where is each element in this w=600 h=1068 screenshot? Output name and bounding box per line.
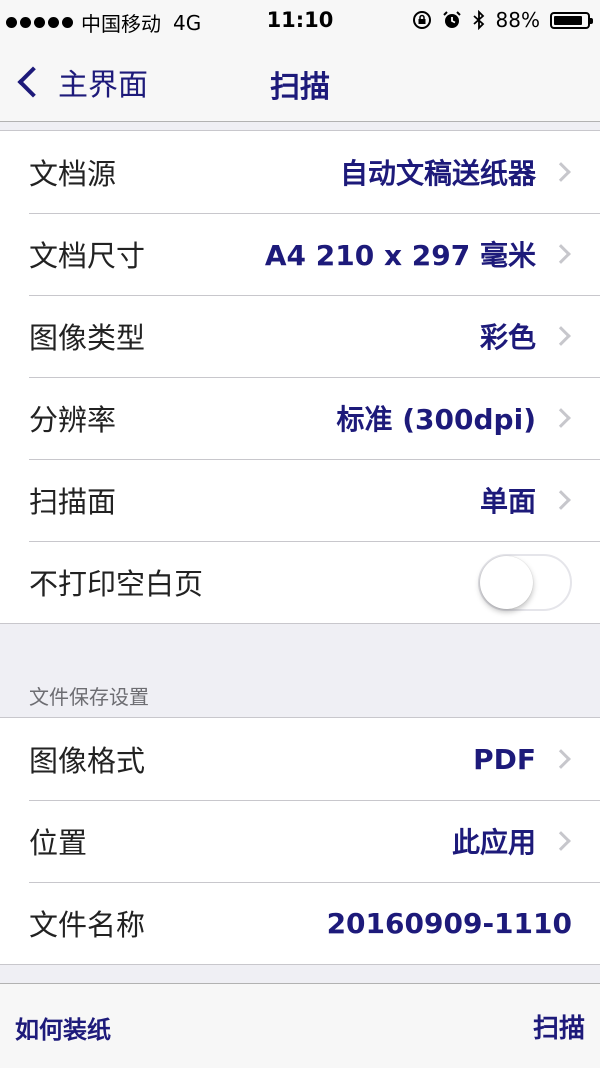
setting-label: 文件名称: [29, 908, 146, 942]
section-header-file-save: 文件保存设置: [29, 685, 149, 709]
chevron-left-icon: [17, 66, 49, 98]
setting-value: 此应用: [451, 826, 536, 859]
setting-label: 文档源: [29, 157, 117, 191]
setting-row-skip-blank-pages: 不打印空白页: [0, 541, 600, 623]
chevron-right-icon: [551, 244, 571, 264]
setting-row-file-name[interactable]: 文件名称 20160909-1110: [0, 882, 600, 964]
setting-label: 图像类型: [29, 321, 146, 355]
setting-label: 扫描面: [29, 485, 117, 519]
chevron-right-icon: [551, 831, 571, 851]
setting-label: 文档尺寸: [29, 239, 146, 273]
setting-value: 单面: [479, 485, 536, 518]
chevron-right-icon: [551, 749, 571, 769]
setting-row-location[interactable]: 位置 此应用: [0, 800, 600, 882]
alarm-icon: [442, 11, 461, 28]
battery-icon: [550, 11, 593, 29]
setting-label: 不打印空白页: [29, 567, 204, 601]
skip-blank-pages-toggle[interactable]: [478, 553, 572, 611]
rotation-lock-icon: [412, 11, 431, 29]
battery-level-fill: [554, 15, 583, 25]
setting-row-document-source[interactable]: 文档源 自动文稿送纸器: [0, 131, 600, 213]
file-settings-group: 图像格式 PDF 位置 此应用 文件名称 20160909-1110: [0, 717, 600, 965]
status-right: 88%: [412, 8, 593, 32]
back-label: 主界面: [58, 68, 148, 103]
scan-button[interactable]: 扫描: [533, 1008, 585, 1045]
setting-row-scan-side[interactable]: 扫描面 单面: [0, 459, 600, 541]
toggle-knob: [480, 555, 533, 609]
setting-row-resolution[interactable]: 分辨率 标准 (300dpi): [0, 377, 600, 459]
setting-label: 图像格式: [29, 744, 146, 778]
file-name-value: 20160909-1110: [326, 906, 572, 940]
scan-settings-group: 文档源 自动文稿送纸器 文档尺寸 A4 210 x 297 毫米 图像类型 彩色…: [0, 130, 600, 624]
setting-label: 分辨率: [29, 403, 117, 437]
bluetooth-icon: [472, 10, 484, 30]
setting-value: A4 210 x 297 毫米: [264, 239, 536, 272]
setting-row-document-size[interactable]: 文档尺寸 A4 210 x 297 毫米: [0, 213, 600, 295]
how-to-load-paper-button[interactable]: 如何装纸: [15, 1010, 111, 1045]
setting-value: 自动文稿送纸器: [339, 157, 536, 190]
back-button[interactable]: 主界面: [14, 60, 148, 104]
setting-row-image-type[interactable]: 图像类型 彩色: [0, 295, 600, 377]
status-bar: 中国移动 4G 11:10 88%: [0, 0, 600, 40]
battery-percentage: 88%: [495, 8, 540, 32]
bottom-toolbar: 如何装纸 扫描: [0, 983, 600, 1068]
setting-row-image-format[interactable]: 图像格式 PDF: [0, 718, 600, 800]
navigation-bar: 主界面 扫描: [0, 40, 600, 122]
setting-label: 位置: [29, 826, 88, 860]
chevron-right-icon: [551, 490, 571, 510]
setting-value: PDF: [473, 742, 536, 776]
setting-value: 彩色: [479, 321, 536, 354]
chevron-right-icon: [551, 326, 571, 346]
chevron-right-icon: [551, 162, 571, 182]
setting-value: 标准 (300dpi): [336, 403, 536, 436]
chevron-right-icon: [551, 408, 571, 428]
